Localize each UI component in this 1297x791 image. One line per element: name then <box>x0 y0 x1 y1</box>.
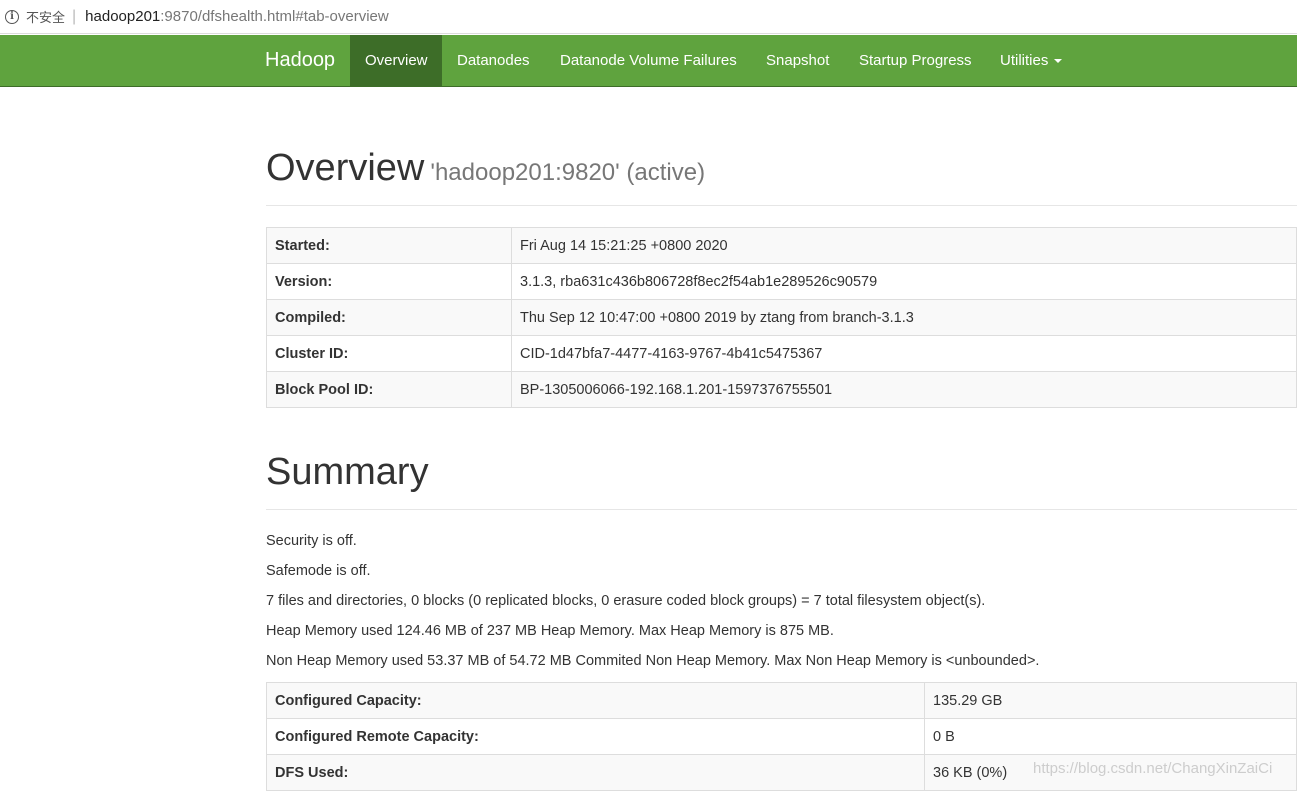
summary-line-nonheap: Non Heap Memory used 53.37 MB of 54.72 M… <box>266 653 1040 669</box>
summary-title: Summary <box>266 451 429 493</box>
watermark: https://blog.csdn.net/ChangXinZaiCi <box>1033 760 1273 777</box>
table-row: Compiled: Thu Sep 12 10:47:00 +0800 2019… <box>266 299 1297 336</box>
table-row: Started: Fri Aug 14 15:21:25 +0800 2020 <box>266 227 1297 264</box>
tab-utilities-label: Utilities <box>1000 52 1049 69</box>
tab-utilities[interactable]: Utilities <box>985 35 1077 86</box>
brand-logo[interactable]: Hadoop <box>265 35 335 86</box>
address-separator: | <box>72 7 77 25</box>
summary-divider <box>266 509 1297 510</box>
summary-line-heap: Heap Memory used 124.46 MB of 237 MB Hea… <box>266 623 834 639</box>
overview-divider <box>266 205 1297 206</box>
row-key: DFS Used: <box>266 754 925 791</box>
summary-line-files: 7 files and directories, 0 blocks (0 rep… <box>266 593 986 609</box>
url-host[interactable]: hadoop201 <box>85 8 160 25</box>
row-value: 0 B <box>924 718 1297 755</box>
url-path[interactable]: :9870/dfshealth.html#tab-overview <box>160 8 388 25</box>
info-icon[interactable]: i <box>5 9 19 24</box>
tab-startup-progress[interactable]: Startup Progress <box>844 35 987 86</box>
row-value: Thu Sep 12 10:47:00 +0800 2019 by ztang … <box>511 299 1297 336</box>
tab-overview[interactable]: Overview <box>350 35 442 86</box>
row-value: BP-1305006066-192.168.1.201-159737675550… <box>511 371 1297 408</box>
tab-snapshot[interactable]: Snapshot <box>751 35 844 86</box>
table-row: Block Pool ID: BP-1305006066-192.168.1.2… <box>266 371 1297 408</box>
top-navbar: Hadoop Overview Datanodes Datanode Volum… <box>0 35 1297 87</box>
row-key: Version: <box>266 263 512 300</box>
overview-table: Started: Fri Aug 14 15:21:25 +0800 2020 … <box>266 227 1297 408</box>
table-row: Version: 3.1.3, rba631c436b806728f8ec2f5… <box>266 263 1297 300</box>
row-key: Started: <box>266 227 512 264</box>
address-bar[interactable]: i 不安全 | hadoop201:9870/dfshealth.html#ta… <box>0 0 1297 34</box>
overview-heading: Overview'hadoop201:9820' (active) <box>266 147 705 190</box>
row-value: Fri Aug 14 15:21:25 +0800 2020 <box>511 227 1297 264</box>
summary-line-security: Security is off. <box>266 533 357 549</box>
caret-down-icon <box>1054 59 1063 64</box>
row-value: 135.29 GB <box>924 682 1297 719</box>
overview-subtitle: 'hadoop201:9820' (active) <box>430 159 706 186</box>
row-key: Compiled: <box>266 299 512 336</box>
table-row: Configured Capacity: 135.29 GB <box>266 682 1297 719</box>
row-key: Block Pool ID: <box>266 371 512 408</box>
overview-title: Overview <box>266 147 425 189</box>
tab-datanodes[interactable]: Datanodes <box>442 35 545 86</box>
summary-line-safemode: Safemode is off. <box>266 563 371 579</box>
row-value: 3.1.3, rba631c436b806728f8ec2f54ab1e2895… <box>511 263 1297 300</box>
row-key: Cluster ID: <box>266 335 512 372</box>
row-key: Configured Capacity: <box>266 682 925 719</box>
table-row: Cluster ID: CID-1d47bfa7-4477-4163-9767-… <box>266 335 1297 372</box>
row-key: Configured Remote Capacity: <box>266 718 925 755</box>
row-value: CID-1d47bfa7-4477-4163-9767-4b41c5475367 <box>511 335 1297 372</box>
security-label[interactable]: 不安全 <box>26 7 65 26</box>
tab-datanode-volume-failures[interactable]: Datanode Volume Failures <box>545 35 752 86</box>
table-row: Configured Remote Capacity: 0 B <box>266 718 1297 755</box>
